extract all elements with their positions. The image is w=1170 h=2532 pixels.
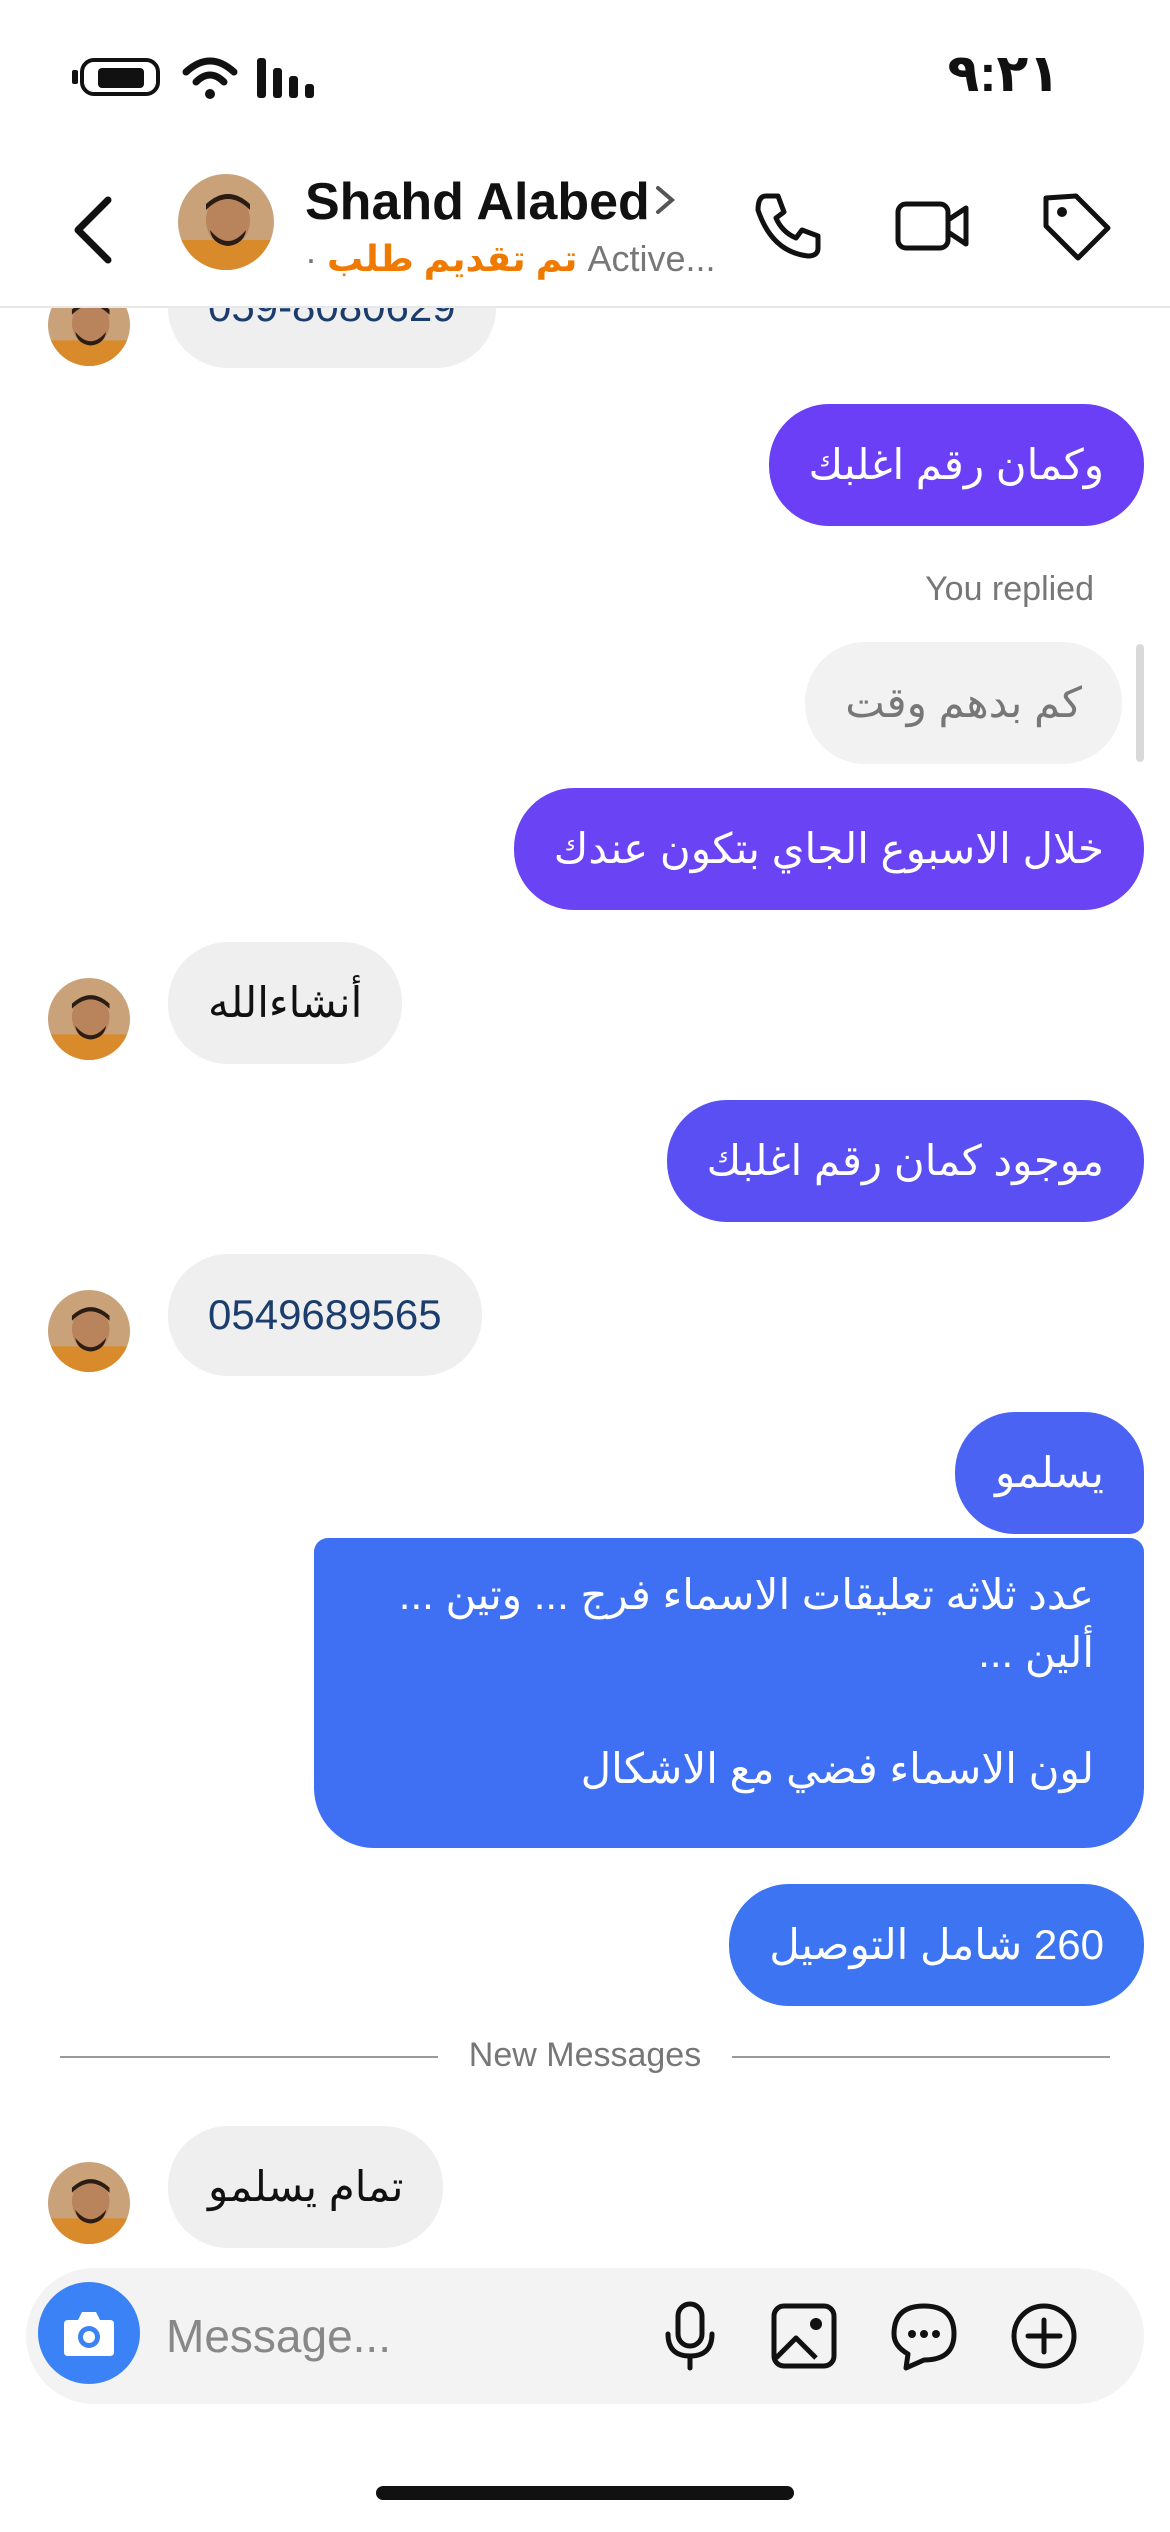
avatar[interactable] — [48, 308, 130, 366]
message-input[interactable] — [166, 2304, 646, 2368]
battery-icon — [80, 58, 160, 96]
message-line: لون الاسماء فضي مع الاشكال — [580, 1745, 1094, 1792]
avatar[interactable] — [48, 2162, 130, 2244]
message-line: عدد ثلاثه تعليقات الاسماء فرج ... وتين .… — [398, 1571, 1094, 1618]
home-indicator[interactable] — [376, 2486, 794, 2500]
avatar[interactable] — [48, 978, 130, 1060]
message-composer — [26, 2268, 1144, 2404]
video-camera-icon[interactable] — [892, 186, 972, 266]
chevron-right-icon[interactable] — [650, 180, 680, 220]
back-arrow-icon[interactable] — [60, 190, 130, 270]
message-bubble-outgoing[interactable]: خلال الاسبوع الجاي بتكون عندك — [513, 788, 1144, 910]
chat-screen: ٩:٢١ Shahd Alabed · تم تقديم طلب Active.… — [0, 0, 1170, 2532]
phone-number-link[interactable]: 0549689565 — [208, 1291, 442, 1338]
new-messages-divider: New Messages — [60, 2036, 1110, 2076]
plus-icon[interactable] — [1006, 2298, 1082, 2374]
message-bubble-outgoing[interactable]: موجود كمان رقم اغلبك — [666, 1100, 1144, 1222]
camera-button[interactable] — [38, 2282, 140, 2384]
quoted-message[interactable]: كم بدهم وقت — [805, 642, 1122, 764]
contact-subtitle: · تم تقديم طلب Active... — [305, 238, 716, 280]
sticker-icon[interactable] — [886, 2298, 962, 2374]
message-bubble-outgoing[interactable]: وكمان رقم اغلبك — [768, 404, 1144, 526]
phone-icon[interactable] — [748, 186, 828, 266]
status-bar: ٩:٢١ — [0, 0, 1170, 150]
message-bubble-incoming[interactable]: تمام يسلمو — [168, 2126, 444, 2248]
wifi-icon — [182, 57, 238, 99]
reply-indicator-bar — [1136, 644, 1144, 762]
separator-dot: · — [305, 238, 317, 279]
status-time: ٩:٢١ — [947, 45, 1060, 103]
message-bubble-incoming[interactable]: 0549689565 — [168, 1254, 482, 1376]
avatar[interactable] — [178, 174, 274, 270]
message-bubble-outgoing[interactable]: يسلمو — [954, 1412, 1144, 1534]
message-list[interactable]: 059-8080629 وكمان رقم اغلبك You replied … — [0, 308, 1170, 2268]
battery-cap — [72, 70, 78, 84]
phone-number-link[interactable]: 059-8080629 — [208, 308, 456, 330]
camera-icon — [64, 2312, 114, 2356]
message-bubble-outgoing-multiline[interactable]: عدد ثلاثه تعليقات الاسماء فرج ... وتين .… — [314, 1538, 1144, 1848]
image-icon[interactable] — [766, 2298, 842, 2374]
signal-icon — [257, 58, 314, 98]
tag-icon[interactable] — [1036, 186, 1116, 266]
chat-header: Shahd Alabed · تم تقديم طلب Active... — [0, 150, 1170, 308]
contact-name[interactable]: Shahd Alabed — [305, 172, 650, 232]
message-bubble-outgoing[interactable]: 260 شامل التوصيل — [729, 1884, 1144, 2006]
microphone-icon[interactable] — [652, 2298, 728, 2374]
message-bubble-incoming[interactable]: أنشاءالله — [168, 942, 403, 1064]
order-status: تم تقديم طلب — [327, 238, 578, 279]
new-messages-label: New Messages — [468, 2036, 702, 2074]
message-bubble-incoming[interactable]: 059-8080629 — [168, 308, 496, 368]
replied-label: You replied — [925, 570, 1094, 608]
active-status: Active... — [587, 238, 716, 279]
avatar[interactable] — [48, 1290, 130, 1372]
message-line: ألين ... — [978, 1629, 1094, 1676]
